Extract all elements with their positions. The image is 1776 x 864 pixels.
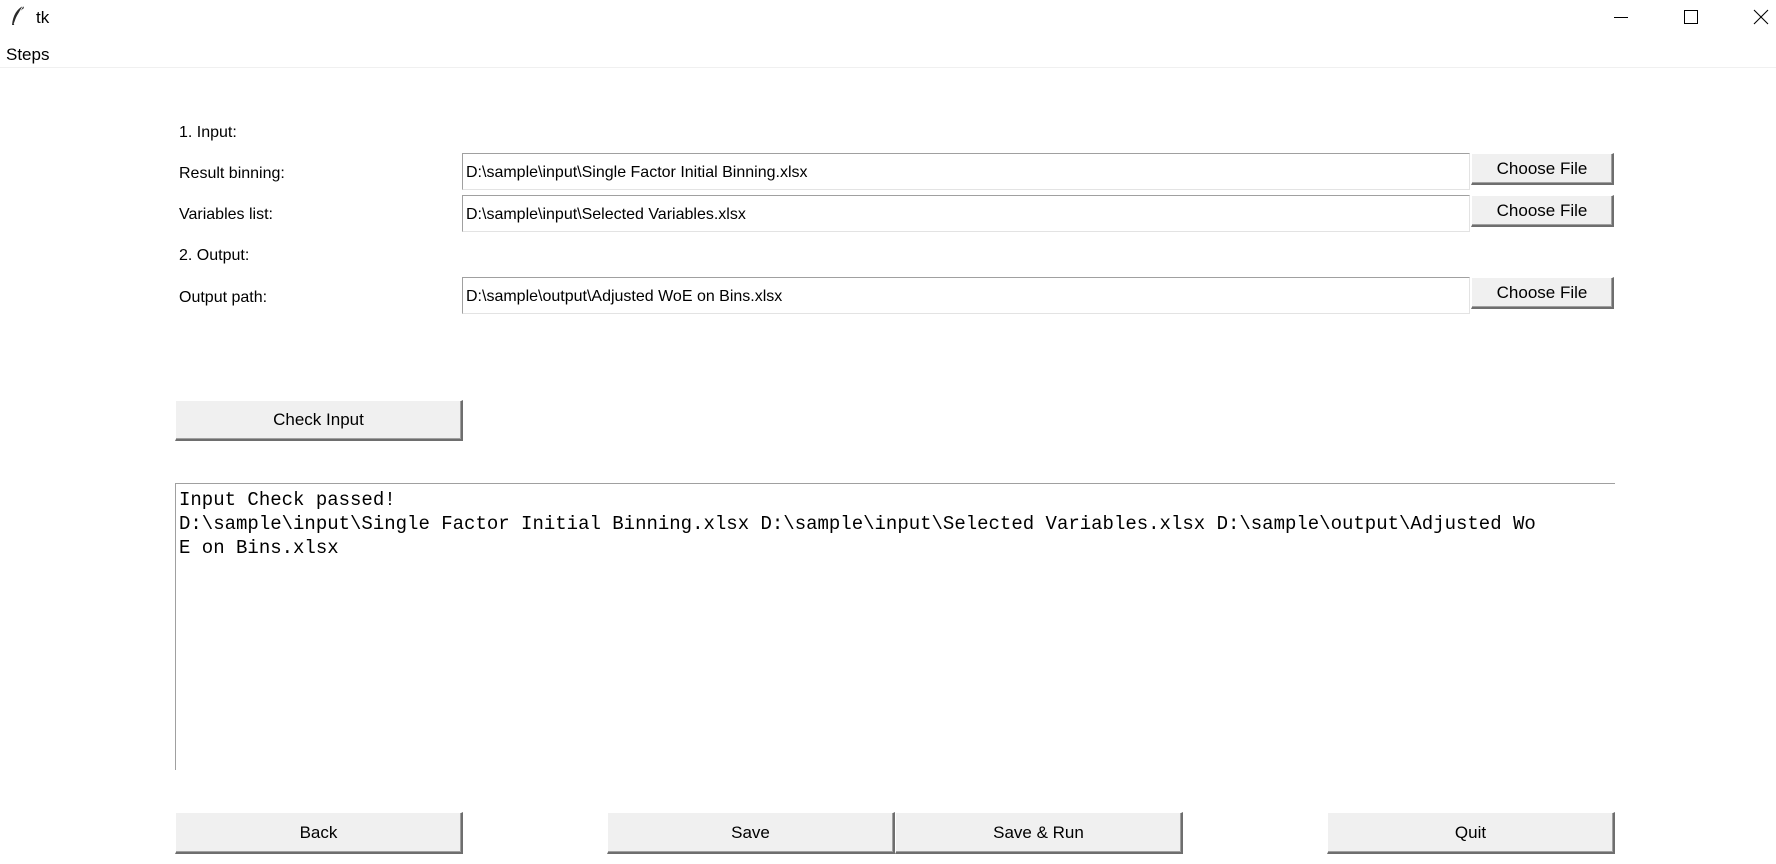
quit-button[interactable]: Quit — [1327, 812, 1615, 854]
menu-bar: Steps — [0, 40, 1776, 68]
save-button[interactable]: Save — [607, 812, 895, 854]
feather-icon[interactable] — [9, 5, 27, 27]
result-binning-input[interactable]: D:\sample\input\Single Factor Initial Bi… — [462, 153, 1470, 190]
title-bar: tk — [0, 0, 1776, 34]
console-line: E on Bins.xlsx — [179, 537, 339, 559]
save-and-run-button[interactable]: Save & Run — [895, 812, 1183, 854]
minimize-button[interactable] — [1586, 0, 1656, 34]
window-title: tk — [36, 8, 50, 27]
input-section-header: 1. Input: — [179, 124, 237, 141]
back-button[interactable]: Back — [175, 812, 463, 854]
choose-file-button-variables-list[interactable]: Choose File — [1471, 195, 1614, 227]
choose-file-button-result-binning[interactable]: Choose File — [1471, 153, 1614, 185]
output-path-input[interactable]: D:\sample\output\Adjusted WoE on Bins.xl… — [462, 277, 1470, 314]
close-button[interactable] — [1726, 0, 1776, 34]
output-path-label: Output path: — [179, 289, 268, 306]
minimize-icon — [1614, 17, 1628, 18]
check-input-button[interactable]: Check Input — [175, 400, 463, 441]
maximize-button[interactable] — [1656, 0, 1726, 34]
console-line: Input Check passed! — [179, 489, 396, 511]
variables-list-input[interactable]: D:\sample\input\Selected Variables.xlsx — [462, 195, 1470, 232]
output-section-header: 2. Output: — [179, 247, 250, 264]
close-icon — [1753, 9, 1769, 25]
output-console[interactable]: Input Check passed! D:\sample\input\Singl… — [175, 483, 1615, 770]
menu-steps[interactable]: Steps — [6, 45, 49, 65]
maximize-icon — [1684, 10, 1698, 24]
choose-file-button-output-path[interactable]: Choose File — [1471, 277, 1614, 309]
console-line: D:\sample\input\Single Factor Initial Bi… — [179, 513, 1536, 535]
result-binning-label: Result binning: — [179, 165, 285, 182]
variables-list-label: Variables list: — [179, 206, 273, 223]
